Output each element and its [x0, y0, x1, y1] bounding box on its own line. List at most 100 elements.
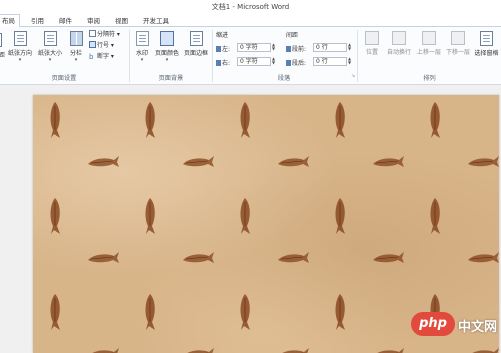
fossil-fish-pattern [326, 292, 356, 332]
fossil-fish-pattern [86, 248, 120, 266]
fossil-fish-pattern [231, 196, 261, 236]
hyphenation-icon: b [89, 53, 94, 61]
fossil-fish-pattern [371, 248, 405, 266]
fossil-fish-pattern [276, 344, 310, 353]
title-bar: 文档1 - Microsoft Word [0, 0, 501, 14]
send-backward-button[interactable]: 下移一层 [444, 31, 472, 56]
watermark-button[interactable]: 水印 ▾ [132, 31, 152, 63]
line-numbers-button[interactable]: 行号 ▾ [89, 41, 114, 50]
selection-pane-icon [480, 31, 493, 46]
fossil-fish-pattern [181, 344, 215, 353]
tab-references[interactable]: 引用 [27, 16, 48, 27]
watermark-text: 中文网 [458, 320, 498, 335]
spacing-after-label: 段后: [286, 58, 306, 67]
spacing-before-icon [286, 46, 291, 52]
tab-review[interactable]: 审阅 [83, 16, 104, 27]
indent-left-icon [216, 46, 221, 52]
group-label-page-background: 页面背景 [158, 75, 184, 82]
fossil-fish-pattern [41, 292, 71, 332]
indent-left-label: 左: [216, 44, 230, 53]
chevron-down-icon: ▾ [18, 57, 22, 63]
fossil-fish-pattern [136, 292, 166, 332]
line-numbers-icon [89, 41, 96, 48]
size-button[interactable]: 纸张大小 ▾ [36, 31, 64, 63]
fossil-fish-pattern [371, 152, 405, 170]
fossil-fish-pattern [371, 344, 405, 353]
spacing-after-spinner[interactable]: ▲ ▼ [348, 57, 351, 65]
indent-left-spinner[interactable]: ▲ ▼ [272, 43, 275, 51]
fossil-fish-pattern [276, 248, 310, 266]
position-button[interactable]: 位置 [361, 31, 383, 56]
indent-right-field[interactable]: 0 字符 [237, 57, 271, 66]
dialog-launcher-icon[interactable]: ↘ [351, 73, 355, 79]
spacing-before-spinner[interactable]: ▲ ▼ [348, 43, 351, 51]
fossil-fish-pattern [466, 248, 499, 266]
tab-developer[interactable]: 开发工具 [139, 16, 173, 27]
paper-size-icon [43, 31, 57, 46]
window-title: 文档1 - Microsoft Word [211, 3, 290, 11]
orientation-icon [13, 31, 27, 46]
orientation-button[interactable]: 纸张方向 ▾ [6, 31, 34, 63]
chevron-down-icon: ▾ [140, 57, 144, 63]
indent-heading: 缩进 [216, 32, 229, 39]
bring-forward-icon [422, 31, 436, 45]
spacing-before-field[interactable]: 0 行 [313, 43, 347, 52]
position-icon [365, 31, 379, 45]
site-watermark: php 中文网 [411, 310, 499, 338]
fossil-fish-pattern [421, 196, 451, 236]
fossil-fish-pattern [136, 196, 166, 236]
margins-label-fragment: 距 [0, 52, 6, 59]
indent-right-icon [216, 60, 221, 66]
fossil-fish-pattern [41, 100, 71, 140]
indent-right-spinner[interactable]: ▲ ▼ [272, 57, 275, 65]
fossil-fish-pattern [231, 292, 261, 332]
bring-forward-button[interactable]: 上移一层 [415, 31, 443, 56]
breaks-button[interactable]: 分隔符 ▾ [89, 30, 120, 39]
ribbon-tabs: 布局 引用 邮件 审阅 视图 开发工具 [0, 14, 501, 28]
fossil-fish-pattern [276, 152, 310, 170]
indent-right-label: 右: [216, 58, 230, 67]
indent-left-field[interactable]: 0 字符 [237, 43, 271, 52]
group-label-arrange: 排列 [423, 75, 436, 82]
send-backward-icon [451, 31, 465, 45]
tab-mailings[interactable]: 邮件 [55, 16, 76, 27]
tab-view[interactable]: 视图 [111, 16, 132, 27]
fossil-fish-pattern [41, 196, 71, 236]
wrap-text-icon [392, 31, 406, 45]
page-color-icon [160, 31, 174, 46]
fossil-fish-pattern [231, 100, 261, 140]
fossil-fish-pattern [86, 152, 120, 170]
watermark-icon [135, 31, 149, 46]
chevron-down-icon: ▾ [48, 57, 52, 63]
fossil-fish-pattern [136, 100, 166, 140]
fossil-fish-pattern [326, 196, 356, 236]
fossil-fish-pattern [181, 152, 215, 170]
spacing-after-icon [286, 60, 291, 66]
fossil-fish-pattern [466, 344, 499, 353]
selection-pane-button[interactable]: 选择窗格 [472, 31, 501, 57]
fossil-fish-pattern [466, 152, 499, 170]
page-borders-button[interactable]: 页面边框 [182, 31, 210, 57]
group-label-page-setup: 页面设置 [51, 75, 77, 82]
php-logo: php [411, 312, 455, 336]
chevron-down-icon: ▾ [165, 57, 169, 63]
tab-layout[interactable]: 布局 [0, 14, 20, 28]
columns-icon [69, 31, 83, 46]
chevron-down-icon: ▾ [74, 57, 78, 63]
page-borders-icon [189, 31, 203, 46]
fossil-fish-pattern [181, 248, 215, 266]
spacing-after-field[interactable]: 0 行 [313, 57, 347, 66]
group-label-paragraph: 段落 [277, 75, 291, 82]
ribbon: 距 纸张方向 ▾ 纸张大小 ▾ 分栏 ▾ 分隔符 ▾ 行号 ▾ b 断字 ▾ 页面… [0, 27, 501, 85]
fossil-fish-pattern [86, 344, 120, 353]
columns-button[interactable]: 分栏 ▾ [66, 31, 86, 63]
spacing-heading: 间距 [286, 32, 299, 39]
spacing-before-label: 段前: [286, 44, 306, 53]
breaks-icon [89, 30, 96, 37]
fossil-fish-pattern [421, 100, 451, 140]
fossil-fish-pattern [326, 100, 356, 140]
page-color-button[interactable]: 页面颜色 ▾ [153, 31, 181, 63]
hyphenation-button[interactable]: b 断字 ▾ [89, 52, 114, 61]
wrap-text-button[interactable]: 自动换行 [384, 31, 414, 56]
margins-icon[interactable] [0, 33, 2, 47]
